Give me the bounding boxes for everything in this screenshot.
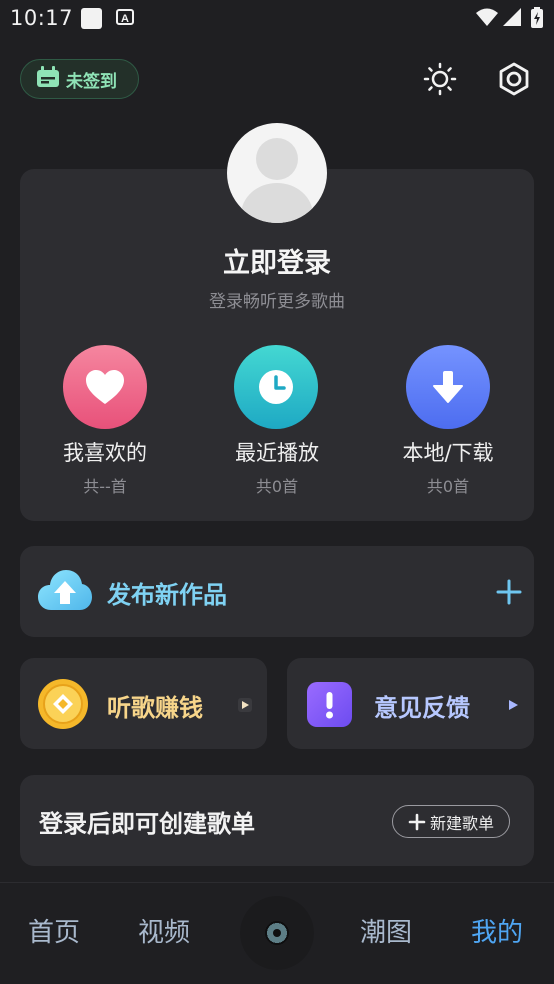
earn-label: 听歌赚钱 [107, 694, 203, 722]
wifi-icon [475, 7, 499, 31]
download-arrow-icon [433, 371, 463, 403]
new-playlist-label: 新建歌单 [429, 813, 494, 833]
feedback-label: 意见反馈 [374, 694, 470, 722]
svg-text:A: A [121, 13, 129, 25]
nav-divider [0, 882, 554, 883]
playlist-title: 登录后即可创建歌单 [39, 810, 255, 838]
signal-icon [502, 7, 522, 31]
publish-card[interactable] [20, 546, 534, 637]
earn-arrow-icon [238, 697, 252, 716]
recent-play-count: 共0首 [255, 477, 299, 496]
clock-icon [259, 370, 293, 404]
tab-home[interactable]: 首页 [28, 912, 80, 949]
default-user-icon [241, 138, 313, 223]
player-disc-icon[interactable] [240, 896, 314, 970]
avatar[interactable] [227, 123, 327, 223]
heart-icon [86, 370, 124, 404]
add-plus-icon[interactable] [495, 578, 523, 606]
local-download-button[interactable] [406, 345, 490, 429]
notification-square-icon [80, 7, 103, 34]
status-time: 10:17 [10, 6, 74, 30]
login-title[interactable]: 立即登录 [0, 241, 554, 280]
new-playlist-button[interactable]: 新建歌单 [392, 805, 510, 838]
calendar-icon [36, 66, 60, 92]
app-a-icon: A [116, 7, 136, 31]
recent-play-button[interactable] [234, 345, 318, 429]
favorites-button[interactable] [63, 345, 147, 429]
favorites-count: 共--首 [83, 477, 127, 496]
checkin-button[interactable]: 未签到 [20, 59, 139, 99]
cloud-upload-icon [37, 568, 93, 618]
feedback-exclamation-icon [307, 682, 352, 731]
coin-icon [37, 678, 89, 734]
theme-sun-icon[interactable] [423, 62, 457, 100]
battery-icon [530, 7, 544, 33]
tab-video[interactable]: 视频 [138, 912, 190, 949]
settings-hexagon-icon[interactable] [497, 62, 531, 100]
login-subtitle: 登录畅听更多歌曲 [209, 292, 345, 312]
favorites-label: 我喜欢的 [63, 441, 147, 465]
tab-mine[interactable]: 我的 [471, 912, 523, 949]
local-download-count: 共0首 [426, 477, 470, 496]
publish-label: 发布新作品 [107, 581, 227, 609]
recent-play-label: 最近播放 [235, 441, 319, 465]
feedback-arrow-icon [506, 697, 520, 716]
plus-icon [408, 813, 426, 830]
local-download-label: 本地/下载 [402, 441, 494, 465]
checkin-label: 未签到 [66, 71, 117, 92]
tab-pictures[interactable]: 潮图 [360, 912, 412, 949]
